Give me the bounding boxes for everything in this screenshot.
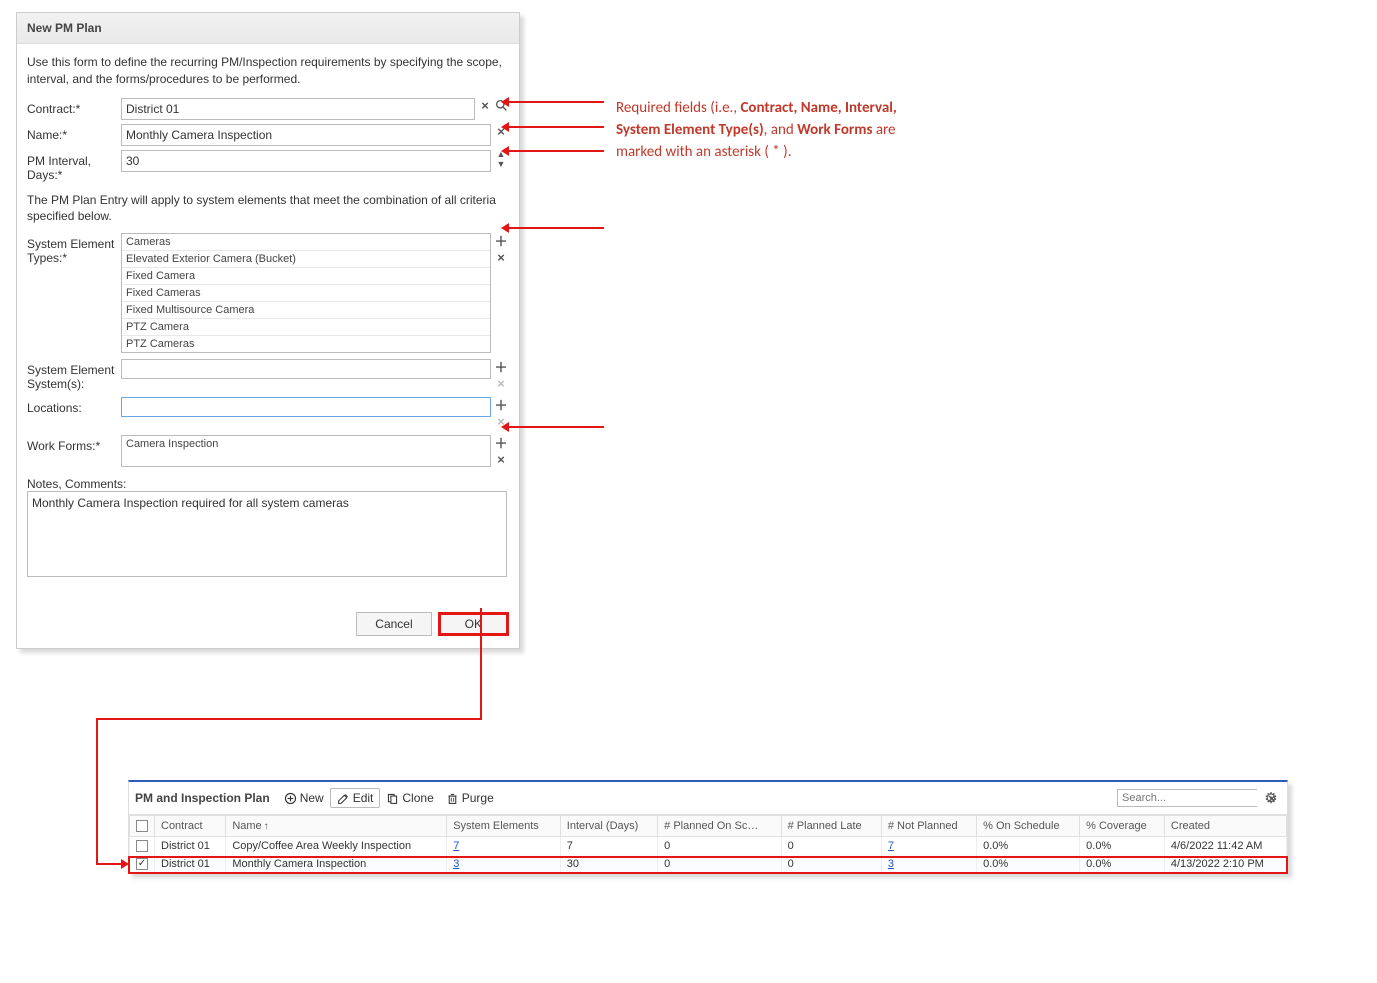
panel-search[interactable]: ×	[1117, 789, 1257, 807]
table-row[interactable]: District 01 Copy/Coffee Area Weekly Insp…	[130, 837, 1287, 856]
system-elements-link[interactable]: 7	[453, 840, 459, 852]
locations-label: Locations:	[27, 397, 121, 415]
add-icon[interactable]: ＋	[493, 233, 509, 249]
connector-line	[480, 608, 482, 718]
col-planned-onsched[interactable]: # Planned On Sc…	[658, 816, 781, 837]
pm-plan-table: Contract Name↑ System Elements Interval …	[129, 815, 1287, 873]
col-name[interactable]: Name↑	[226, 816, 447, 837]
arrow-icon	[504, 426, 604, 428]
row-checkbox[interactable]	[136, 858, 148, 870]
col-pct-coverage[interactable]: % Coverage	[1080, 816, 1165, 837]
stepper-down-icon[interactable]: ▼	[493, 160, 509, 170]
types-label: System Element Types:*	[27, 233, 121, 265]
annotation-text: Required fields (i.e., Contract, Name, I…	[616, 98, 906, 163]
arrow-icon	[504, 101, 604, 103]
interval-label: PM Interval, Days:*	[27, 150, 121, 182]
remove-icon[interactable]: ×	[493, 249, 509, 265]
system-elements-link[interactable]: 3	[453, 858, 459, 870]
workforms-label: Work Forms:*	[27, 435, 121, 453]
list-item[interactable]: Elevated Exterior Camera (Bucket)	[122, 251, 490, 268]
name-field[interactable]	[121, 124, 491, 146]
locations-list[interactable]	[121, 397, 491, 417]
arrow-icon	[96, 863, 126, 865]
new-pm-plan-dialog: New PM Plan Use this form to define the …	[16, 12, 520, 649]
col-planned-late[interactable]: # Planned Late	[781, 816, 881, 837]
add-icon[interactable]: ＋	[493, 435, 509, 451]
list-item[interactable]: Camera Inspection	[122, 436, 490, 452]
list-item[interactable]: PTZ Cameras	[122, 336, 490, 352]
add-icon[interactable]: ＋	[493, 359, 509, 375]
systems-label: System Element System(s):	[27, 359, 121, 391]
not-planned-link[interactable]: 3	[888, 858, 894, 870]
arrow-icon	[504, 126, 604, 128]
col-contract[interactable]: Contract	[155, 816, 226, 837]
ok-button[interactable]: OK	[438, 612, 509, 636]
purge-button[interactable]: Purge	[440, 789, 500, 807]
list-item[interactable]: PTZ Camera	[122, 319, 490, 336]
dialog-body: Use this form to define the recurring PM…	[17, 44, 519, 592]
panel-header: PM and Inspection Plan New Edit Clone Pu…	[129, 782, 1287, 815]
col-not-planned[interactable]: # Not Planned	[881, 816, 976, 837]
panel-title: PM and Inspection Plan	[135, 791, 270, 805]
contract-field[interactable]	[121, 98, 475, 120]
dialog-title: New PM Plan	[17, 13, 519, 44]
col-pct-schedule[interactable]: % On Schedule	[977, 816, 1080, 837]
name-label: Name:*	[27, 124, 121, 142]
arrow-icon	[504, 227, 604, 229]
edit-button[interactable]: Edit	[330, 788, 381, 808]
sort-asc-icon: ↑	[264, 821, 269, 832]
not-planned-link[interactable]: 7	[888, 840, 894, 852]
dialog-intro: Use this form to define the recurring PM…	[27, 54, 509, 88]
notes-label: Notes, Comments:	[27, 477, 509, 491]
cancel-button[interactable]: Cancel	[356, 612, 431, 636]
remove-icon[interactable]: ×	[493, 375, 509, 391]
pm-plan-panel: PM and Inspection Plan New Edit Clone Pu…	[128, 780, 1288, 874]
list-item[interactable]: Fixed Camera	[122, 268, 490, 285]
interval-field[interactable]	[121, 150, 491, 172]
systems-list[interactable]	[121, 359, 491, 379]
connector-line	[96, 718, 482, 720]
workforms-list[interactable]: Camera Inspection	[121, 435, 491, 467]
system-element-types-list[interactable]: Cameras Elevated Exterior Camera (Bucket…	[121, 233, 491, 353]
contract-label: Contract:*	[27, 98, 121, 116]
col-interval[interactable]: Interval (Days)	[560, 816, 657, 837]
col-system-elements[interactable]: System Elements	[447, 816, 561, 837]
list-item[interactable]: Fixed Cameras	[122, 285, 490, 302]
search-input[interactable]	[1118, 790, 1268, 806]
select-all-checkbox[interactable]	[136, 820, 148, 832]
list-item[interactable]: Cameras	[122, 234, 490, 251]
list-item[interactable]: Fixed Multisource Camera	[122, 302, 490, 319]
clone-button[interactable]: Clone	[380, 789, 439, 807]
arrow-icon	[504, 150, 604, 152]
clear-icon[interactable]: ×	[477, 98, 493, 114]
criteria-text: The PM Plan Entry will apply to system e…	[27, 192, 509, 226]
add-icon[interactable]: ＋	[493, 397, 509, 413]
notes-textarea[interactable]	[27, 491, 507, 577]
new-button[interactable]: New	[278, 789, 330, 807]
remove-icon[interactable]: ×	[493, 451, 509, 467]
gear-icon[interactable]: ⚙	[1261, 789, 1281, 807]
col-created[interactable]: Created	[1164, 816, 1286, 837]
row-checkbox[interactable]	[136, 840, 148, 852]
table-row[interactable]: District 01 Monthly Camera Inspection 3 …	[130, 855, 1287, 873]
connector-line	[96, 718, 98, 864]
